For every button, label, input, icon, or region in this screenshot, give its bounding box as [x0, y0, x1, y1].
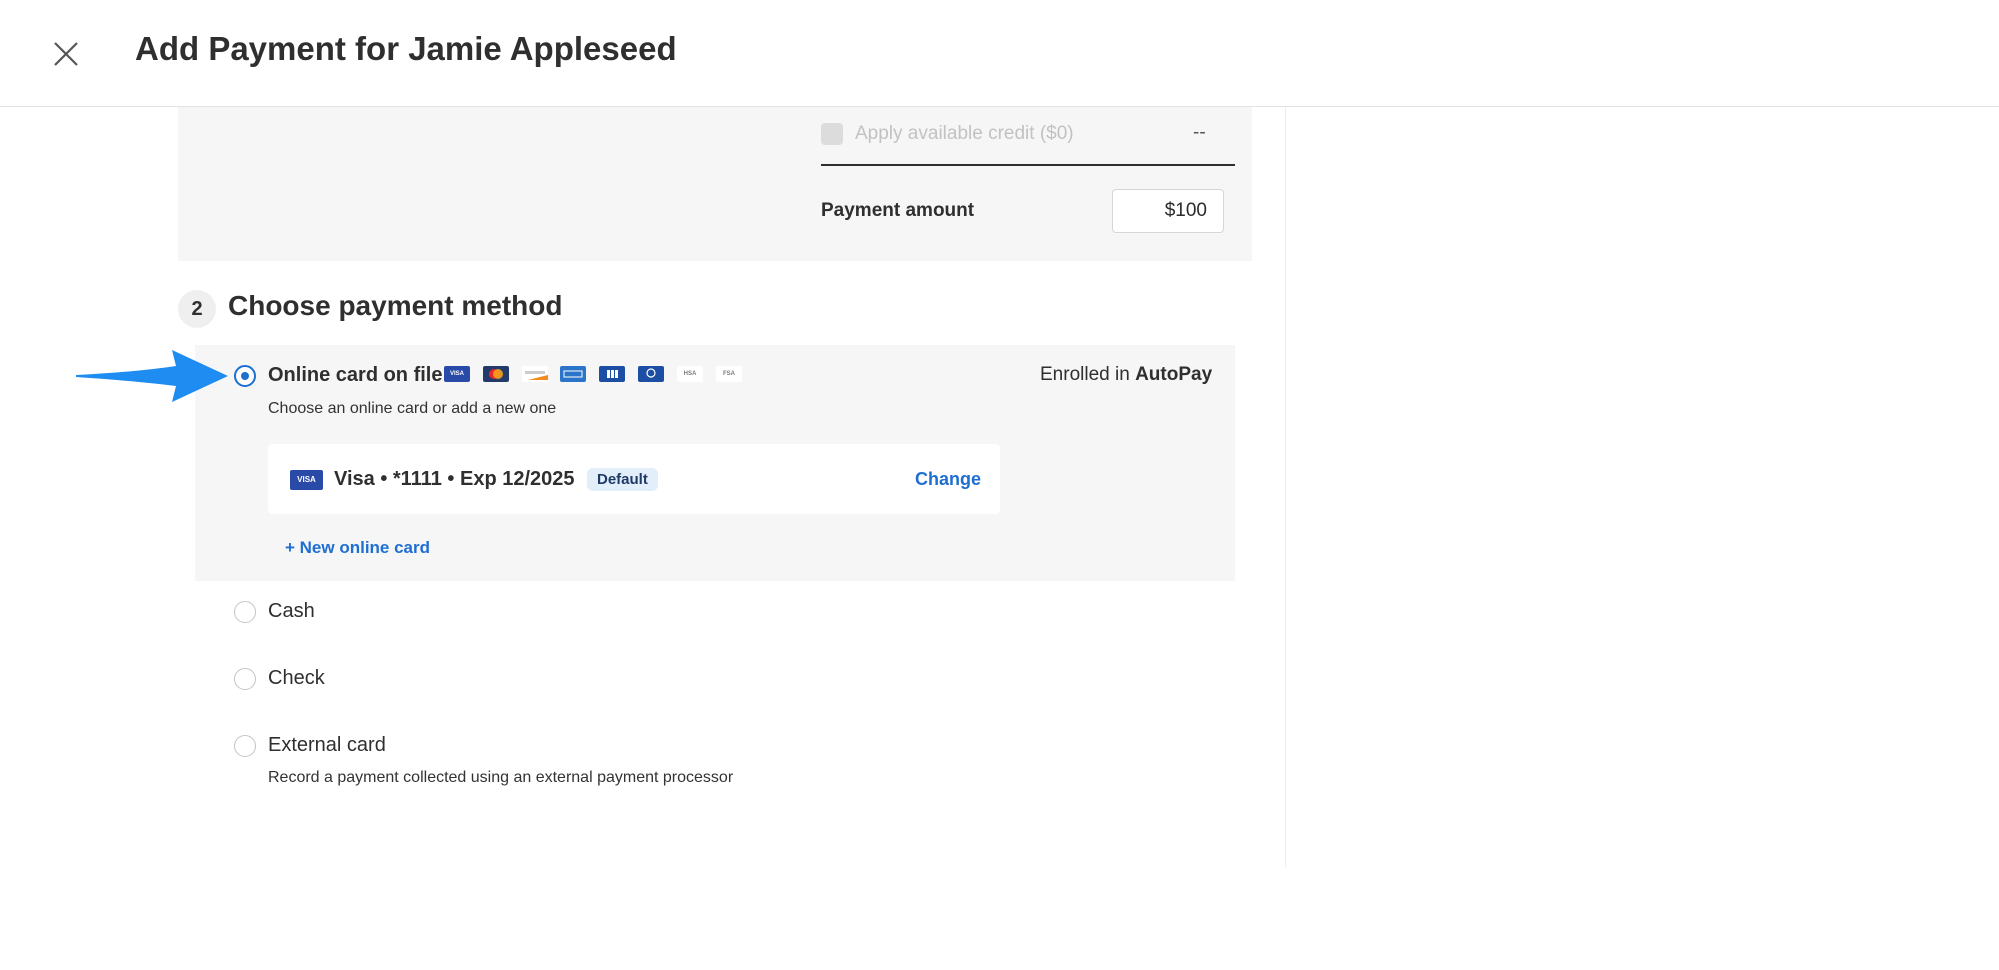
online-card-radio[interactable]: [234, 365, 256, 387]
apply-credit-checkbox[interactable]: [821, 123, 843, 145]
discover-icon: [522, 366, 548, 382]
autopay-prefix: Enrolled in: [1040, 364, 1130, 385]
saved-card-details: Visa • *1111 • Exp 12/2025: [334, 468, 575, 490]
page-title: Add Payment for Jamie Appleseed: [135, 30, 677, 67]
online-card-description: Choose an online card or add a new one: [268, 400, 557, 417]
payment-amount-label: Payment amount: [821, 200, 975, 221]
jcb-icon: [599, 366, 625, 382]
modal-header: Add Payment for Jamie Appleseed: [0, 0, 1999, 107]
pointer-arrow-icon: [76, 350, 228, 402]
visa-icon: VISA: [444, 366, 470, 382]
cash-label[interactable]: Cash: [268, 600, 315, 623]
credit-value: --: [1193, 122, 1206, 143]
column-divider: [1285, 107, 1286, 867]
external-card-description: Record a payment collected using an exte…: [268, 769, 734, 786]
amex-icon: [560, 366, 586, 382]
change-card-link[interactable]: Change: [915, 469, 981, 490]
section-title: Choose payment method: [228, 290, 563, 321]
cash-radio[interactable]: [234, 601, 256, 623]
close-icon[interactable]: [48, 36, 84, 72]
apply-credit-label: Apply available credit ($0): [855, 123, 1074, 144]
default-badge: Default: [587, 468, 658, 491]
autopay-status: Enrolled in AutoPay: [1040, 364, 1212, 386]
autopay-label: AutoPay: [1135, 364, 1213, 385]
diners-icon: [638, 366, 664, 382]
external-card-radio[interactable]: [234, 735, 256, 757]
mastercard-icon: [483, 366, 509, 382]
hsa-icon: HSA: [677, 366, 703, 382]
online-card-label[interactable]: Online card on file: [268, 364, 442, 387]
visa-icon: VISA: [290, 470, 323, 490]
summary-divider: [821, 164, 1235, 166]
step-number-badge: 2: [178, 290, 216, 328]
check-label[interactable]: Check: [268, 667, 325, 690]
check-radio[interactable]: [234, 668, 256, 690]
payment-amount-input[interactable]: [1112, 189, 1224, 233]
new-online-card-link[interactable]: + New online card: [285, 538, 430, 558]
payment-summary-panel: [178, 107, 1252, 261]
fsa-icon: FSA: [716, 366, 742, 382]
external-card-label[interactable]: External card: [268, 734, 386, 757]
